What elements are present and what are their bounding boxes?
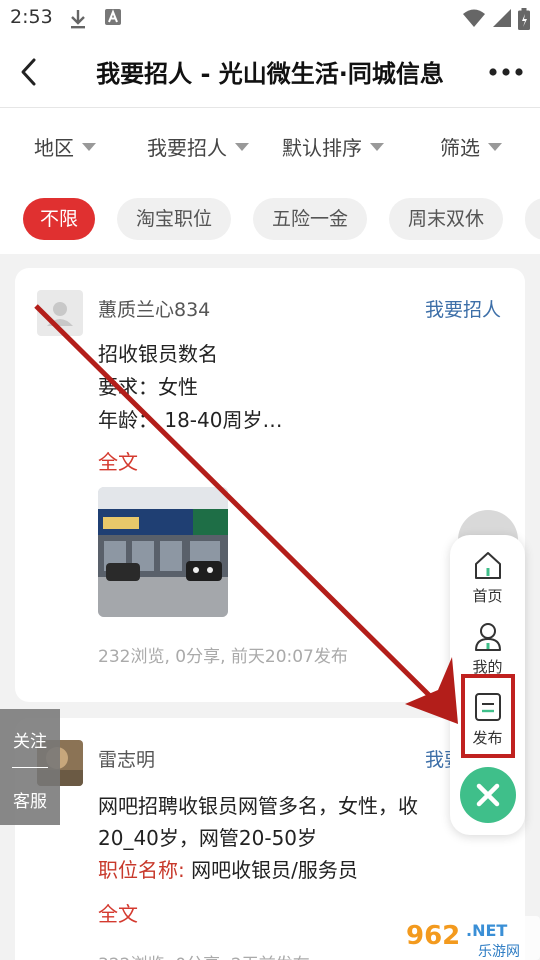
- full-text-link[interactable]: 全文: [98, 898, 138, 927]
- close-icon: [476, 783, 500, 807]
- filter-bar: 地区 我要招人 默认排序 筛选: [0, 108, 540, 186]
- post-text-line: 20_40岁，网管20-50岁: [98, 826, 318, 850]
- back-arrow-icon: [21, 58, 36, 86]
- watermark-net: .NET: [466, 921, 507, 940]
- divider: [12, 767, 48, 768]
- post-text-line: 要求：女性: [98, 375, 198, 399]
- status-bar: 2:53: [0, 0, 540, 36]
- more-button[interactable]: [486, 56, 526, 88]
- site-watermark: 962 .NET 乐游网: [400, 912, 540, 960]
- post-text-line: 年龄： 18-40周岁…: [98, 408, 283, 432]
- tag-insurance[interactable]: 五险一金: [253, 198, 367, 240]
- default-user-icon: [47, 302, 73, 326]
- caret-down-icon: [235, 142, 249, 151]
- user-icon: [474, 623, 501, 651]
- header: 我要招人 - 光山微生活·同城信息: [0, 36, 540, 108]
- back-button[interactable]: [10, 52, 50, 92]
- signal-icon: [493, 9, 511, 27]
- filter-sort[interactable]: 默认排序: [282, 132, 384, 161]
- full-text-link[interactable]: 全文: [98, 446, 138, 475]
- menu-home[interactable]: 首页: [450, 549, 525, 606]
- caret-down-icon: [488, 142, 502, 151]
- close-menu-button[interactable]: [460, 767, 516, 823]
- service-button[interactable]: 客服: [0, 787, 60, 812]
- menu-home-label: 首页: [472, 587, 503, 605]
- post-text-line: 招收银员数名: [98, 342, 218, 366]
- more-dots-icon: [489, 68, 523, 76]
- post-category-link[interactable]: 我要招人: [425, 295, 501, 322]
- filter-label: 我要招人: [147, 136, 227, 160]
- status-time: 2:53: [10, 6, 53, 28]
- username[interactable]: 蕙质兰心834: [98, 295, 210, 322]
- tag-all[interactable]: 不限: [23, 198, 95, 240]
- download-icon: [71, 10, 85, 29]
- tag-weekend[interactable]: 周末双休: [389, 198, 503, 240]
- avatar[interactable]: [37, 290, 83, 336]
- position-line: 职位名称: 网吧收银员/服务员: [98, 854, 358, 883]
- home-icon: [474, 552, 501, 579]
- post-stats: 322浏览, 0分享, 2天前发布: [98, 950, 310, 960]
- tag-partial[interactable]: [525, 198, 540, 240]
- position-value: 网吧收银员/服务员: [184, 858, 358, 882]
- tag-taobao[interactable]: 淘宝职位: [117, 198, 231, 240]
- watermark-site: 乐游网: [478, 944, 520, 960]
- filter-region[interactable]: 地区: [34, 132, 96, 161]
- caret-down-icon: [82, 142, 96, 151]
- filter-category[interactable]: 我要招人: [147, 132, 249, 161]
- watermark-number: 962: [406, 921, 460, 951]
- username[interactable]: 雷志明: [98, 745, 155, 772]
- wifi-icon: [463, 9, 485, 27]
- post-stats: 232浏览, 0分享, 前天20:07发布: [98, 647, 348, 667]
- follow-service-tab[interactable]: 关注 客服: [0, 709, 60, 825]
- post-image[interactable]: [98, 487, 228, 617]
- position-label: 职位名称:: [98, 858, 185, 882]
- post-card[interactable]: 蕙质兰心834 我要招人 招收银员数名 要求：女性 年龄： 18-40周岁… 全…: [15, 268, 525, 702]
- follow-button[interactable]: 关注: [0, 727, 60, 752]
- watermark-logo: 962 .NET 乐游网: [400, 916, 540, 960]
- caret-down-icon: [370, 142, 384, 151]
- filter-label: 默认排序: [282, 136, 362, 160]
- annotation-highlight-box: [461, 674, 515, 758]
- filter-more[interactable]: 筛选: [440, 132, 502, 161]
- page-title: 我要招人 - 光山微生活·同城信息: [96, 60, 444, 88]
- storefront-photo: [98, 487, 228, 617]
- filter-label: 地区: [34, 136, 74, 160]
- battery-icon: [518, 8, 530, 30]
- menu-mine[interactable]: 我的: [450, 620, 525, 677]
- filter-label: 筛选: [440, 136, 480, 160]
- tag-bar: 不限 淘宝职位 五险一金 周末双休: [0, 186, 540, 254]
- app-notification-icon: [105, 9, 121, 25]
